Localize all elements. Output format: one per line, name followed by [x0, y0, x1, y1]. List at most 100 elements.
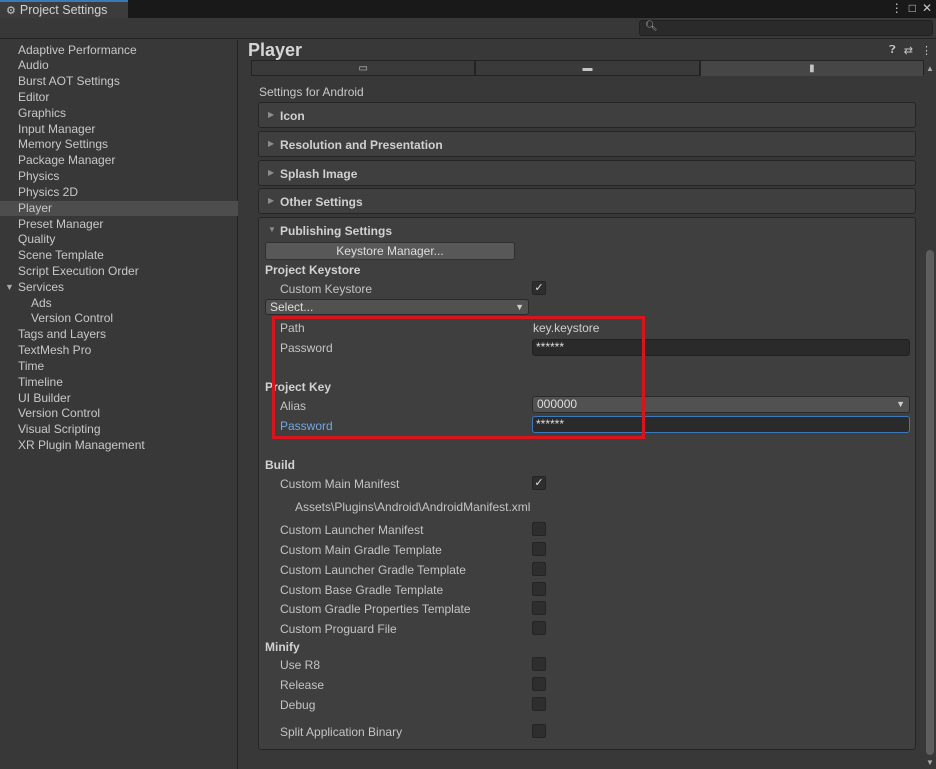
sidebar-item-ui-builder[interactable]: UI Builder	[0, 391, 238, 407]
sidebar-item-xr-plugin-management[interactable]: XR Plugin Management	[0, 438, 238, 454]
maximize-icon[interactable]: □	[909, 1, 916, 15]
sidebar-item-tags-and-layers[interactable]: Tags and Layers	[0, 327, 238, 343]
custom-launcher-gradle-checkbox[interactable]	[532, 562, 546, 576]
header-icons: ❓︎ ⇄ ⋮	[889, 44, 932, 57]
alias-dropdown[interactable]: 000000 ▼	[532, 396, 910, 413]
sidebar-item-physics-2d[interactable]: Physics 2D	[0, 185, 238, 201]
more-menu-icon[interactable]: ⋮	[921, 44, 932, 57]
android-icon[interactable]: ▮	[699, 60, 924, 76]
sidebar-item-label: Version Control	[31, 311, 114, 326]
release-checkbox[interactable]	[532, 677, 546, 691]
sidebar-item-label: Memory Settings	[18, 137, 109, 152]
custom-gradle-properties-label: Custom Gradle Properties Template	[280, 602, 471, 616]
use-r8-checkbox[interactable]	[532, 657, 546, 671]
sidebar-item-label: UI Builder	[18, 390, 71, 405]
alias-value: 000000	[537, 397, 578, 411]
foldout-arrow-icon: ▶	[268, 139, 275, 148]
section-label: Other Settings	[280, 195, 363, 209]
standalone-icon[interactable]: ▭	[251, 60, 476, 76]
scroll-down-icon[interactable]: ▼	[926, 758, 934, 767]
sidebar-item-label: Visual Scripting	[18, 422, 101, 437]
sidebar-item-label: Physics 2D	[18, 184, 79, 199]
custom-gradle-properties-checkbox[interactable]	[532, 601, 546, 615]
custom-launcher-gradle-label: Custom Launcher Gradle Template	[280, 563, 466, 577]
tab-title: Project Settings	[19, 3, 108, 17]
build-heading: Build	[265, 458, 295, 472]
sidebar-item-label: Timeline	[18, 374, 63, 389]
sidebar-item-label: Package Manager	[18, 153, 116, 168]
sidebar-item-player[interactable]: Player	[0, 200, 238, 217]
custom-proguard-checkbox[interactable]	[532, 621, 546, 635]
sidebar-item-script-execution-order[interactable]: Script Execution Order	[0, 264, 238, 280]
sidebar-item-version-control[interactable]: Version Control	[0, 406, 238, 422]
key-password-label: Password	[280, 419, 333, 433]
foldout-arrow-icon[interactable]: ▼	[268, 225, 276, 234]
manifest-path: Assets\Plugins\Android\AndroidManifest.x…	[295, 500, 531, 514]
custom-keystore-checkbox[interactable]: ✓	[532, 281, 546, 295]
sidebar-item-timeline[interactable]: Timeline	[0, 375, 238, 391]
sidebar-item-time[interactable]: Time	[0, 359, 238, 375]
section-label: Resolution and Presentation	[280, 138, 443, 152]
section-other-settings[interactable]: ▶ Other Settings	[258, 188, 916, 214]
foldout-arrow-icon[interactable]: ▼	[5, 280, 14, 296]
split-binary-checkbox[interactable]	[532, 724, 546, 738]
sidebar-item-label: Services	[18, 279, 65, 294]
title-bar: ⚙ Project Settings ⋮ □ ✕	[0, 0, 936, 18]
sidebar-item-quality[interactable]: Quality	[0, 232, 238, 248]
webgl-icon[interactable]: ▬	[475, 60, 700, 76]
section-splash[interactable]: ▶ Splash Image	[258, 160, 916, 186]
debug-checkbox[interactable]	[532, 697, 546, 711]
custom-main-gradle-checkbox[interactable]	[532, 542, 546, 556]
section-resolution[interactable]: ▶ Resolution and Presentation	[258, 131, 916, 157]
tab-project-settings[interactable]: ⚙ Project Settings	[0, 0, 128, 18]
sidebar-item-ads[interactable]: Ads	[0, 296, 238, 312]
sidebar-item-visual-scripting[interactable]: Visual Scripting	[0, 422, 238, 438]
sidebar-item-audio[interactable]: Audio	[0, 58, 238, 74]
custom-keystore-label: Custom Keystore	[280, 282, 373, 296]
settings-for-label: Settings for Android	[259, 85, 364, 99]
keystore-manager-button[interactable]: Keystore Manager...	[265, 242, 515, 260]
search-input[interactable]: 🔍︎	[639, 20, 933, 36]
sidebar-item-label: Preset Manager	[18, 216, 104, 231]
custom-main-manifest-label: Custom Main Manifest	[280, 477, 400, 491]
sidebar-item-adaptive-performance[interactable]: Adaptive Performance	[0, 43, 238, 59]
sidebar-item-label: Player	[18, 200, 53, 215]
sidebar-item-version-control[interactable]: Version Control	[0, 311, 238, 327]
sidebar-item-preset-manager[interactable]: Preset Manager	[0, 217, 238, 233]
sidebar-item-input-manager[interactable]: Input Manager	[0, 122, 238, 138]
sidebar-item-graphics[interactable]: Graphics	[0, 106, 238, 122]
scroll-up-icon[interactable]: ▲	[926, 64, 934, 73]
sidebar-item-label: Burst AOT Settings	[18, 74, 120, 89]
publishing-label[interactable]: Publishing Settings	[280, 224, 392, 238]
sidebar-item-memory-settings[interactable]: Memory Settings	[0, 137, 238, 153]
keystore-password-field[interactable]: ******	[532, 339, 910, 356]
custom-proguard-label: Custom Proguard File	[280, 622, 397, 636]
scrollbar[interactable]: ▲ ▼	[924, 64, 936, 769]
custom-launcher-manifest-checkbox[interactable]	[532, 522, 546, 536]
sidebar-item-label: Input Manager	[18, 121, 96, 136]
key-password-field[interactable]: ******	[532, 416, 910, 433]
section-label: Icon	[280, 109, 305, 123]
close-icon[interactable]: ✕	[922, 1, 932, 15]
search-icon: 🔍︎	[645, 21, 658, 32]
sidebar-item-textmesh-pro[interactable]: TextMesh Pro	[0, 343, 238, 359]
custom-main-gradle-label: Custom Main Gradle Template	[280, 543, 442, 557]
sidebar-item-scene-template[interactable]: Scene Template	[0, 248, 238, 264]
more-menu-icon[interactable]: ⋮	[891, 1, 903, 15]
help-icon[interactable]: ❓︎	[889, 44, 896, 57]
sidebar-item-label: Version Control	[18, 406, 101, 421]
preset-icon[interactable]: ⇄	[904, 44, 913, 57]
custom-base-gradle-checkbox[interactable]	[532, 582, 546, 596]
sidebar-item-editor[interactable]: Editor	[0, 90, 238, 106]
sidebar-item-label: Tags and Layers	[18, 327, 107, 342]
sidebar-item-physics[interactable]: Physics	[0, 169, 238, 185]
minify-heading: Minify	[265, 640, 300, 654]
sidebar-item-label: Audio	[18, 58, 49, 73]
sidebar-item-services[interactable]: ▼ Services	[0, 280, 238, 296]
keystore-select-dropdown[interactable]: Select... ▼	[265, 299, 529, 315]
scrollbar-thumb[interactable]	[926, 250, 934, 755]
sidebar-item-burst-aot-settings[interactable]: Burst AOT Settings	[0, 74, 238, 90]
section-icon[interactable]: ▶ Icon	[258, 102, 916, 128]
sidebar-item-package-manager[interactable]: Package Manager	[0, 153, 238, 169]
custom-main-manifest-checkbox[interactable]: ✓	[532, 476, 546, 490]
